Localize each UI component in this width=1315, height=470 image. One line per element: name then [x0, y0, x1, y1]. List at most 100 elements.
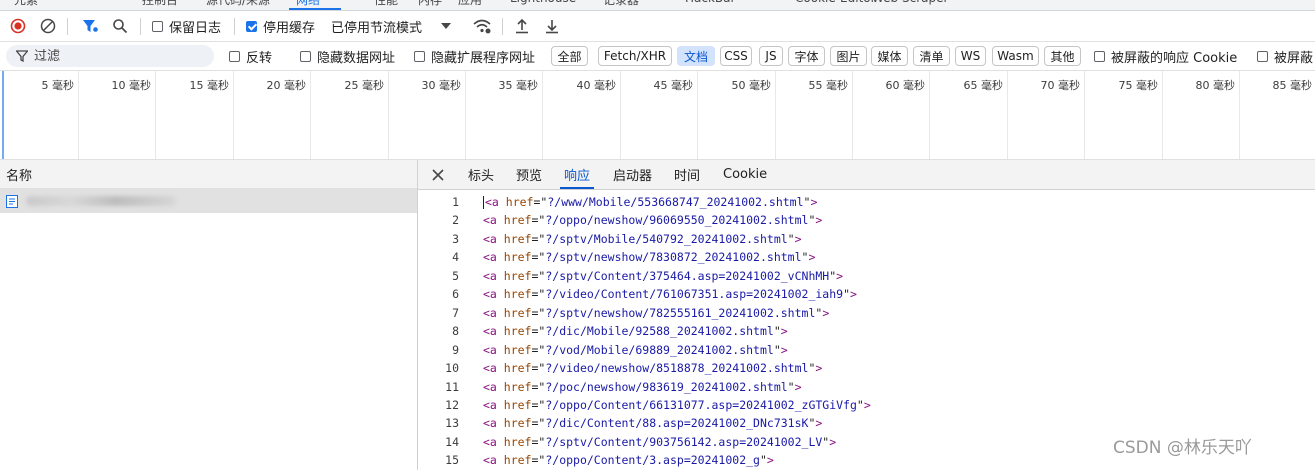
line-number: 5 — [452, 268, 459, 283]
line-number: 14 — [445, 434, 459, 449]
hide-extension-urls-label: 隐藏扩展程序网址 — [431, 50, 536, 66]
type-filter-3[interactable]: CSS — [720, 46, 752, 66]
code-line: 5 <a href="?/sptv/Content/375464.asp=2024… — [418, 267, 1315, 285]
type-filter-11[interactable]: 其他 — [1044, 46, 1081, 66]
tab-4[interactable]: 性能 — [374, 0, 398, 8]
type-filter-1[interactable]: Fetch/XHR — [598, 46, 672, 66]
code-line: 11 <a href="?/poc/newshow/983619_20241002… — [418, 378, 1315, 396]
toolbar-divider — [67, 18, 68, 35]
href-value: ?/vod/Mobile/69889_20241002.shtml — [545, 342, 774, 357]
type-filter-8[interactable]: 清单 — [913, 46, 950, 66]
timeline-tick-label: 85 毫秒 — [1272, 79, 1313, 92]
href-value: ?/sptv/newshow/782555161_20241002.shtml — [545, 305, 816, 320]
code-text: <a href="?/oppo/Content/66131077.asp=202… — [483, 397, 871, 412]
detail-tab-2[interactable]: 响应 — [559, 160, 595, 189]
tab-8[interactable]: 记录器 — [603, 0, 639, 8]
detail-tab-5[interactable]: Cookie — [723, 160, 767, 189]
type-filter-9[interactable]: WS — [955, 46, 986, 66]
clear-icon[interactable] — [37, 11, 59, 41]
blocked-cookies-box[interactable] — [1094, 50, 1105, 62]
preserve-log-checkbox[interactable]: 保留日志 — [152, 11, 221, 41]
code-text: <a href="?/dic/Content/88.asp=20241002_D… — [483, 416, 823, 431]
tab-1[interactable]: 控制台 — [142, 0, 178, 8]
line-number: 9 — [452, 342, 459, 357]
preserve-log-label: 保留日志 — [169, 20, 222, 36]
document-icon — [6, 194, 18, 208]
record-stop-icon[interactable] — [7, 11, 29, 41]
type-filter-6[interactable]: 图片 — [830, 46, 867, 66]
href-value: ?/sptv/newshow/7830872_20241002.shtml — [545, 250, 802, 265]
network-toolbar: 保留日志 停用缓存 已停用节流模式 — [0, 11, 1315, 42]
toolbar-divider — [140, 18, 141, 35]
timeline-gridline — [1084, 71, 1085, 159]
blocked-cookies-checkbox[interactable]: 被屏蔽的响应 Cookie — [1094, 42, 1237, 70]
detail-tab-1[interactable]: 预览 — [516, 160, 542, 189]
code-text: <a href="?/sptv/Mobile/540792_20241002.s… — [483, 231, 802, 246]
type-filter-0[interactable]: 全部 — [551, 46, 588, 66]
hide-data-urls-box[interactable] — [300, 50, 311, 62]
detail-tab-3[interactable]: 启动器 — [613, 160, 652, 189]
tab-7[interactable]: Lighthouse — [510, 0, 576, 5]
filter-icon[interactable] — [79, 11, 101, 41]
request-row[interactable] — [0, 189, 417, 213]
detail-tab-4[interactable]: 时间 — [674, 160, 700, 189]
timeline-tick-label: 5 毫秒 — [41, 79, 75, 92]
devtools-panel-tabs: 元素 控制台 源代码/来源 网络 性能 内存 应用 Lighthouse 记录器 HackBar C… — [0, 0, 1315, 11]
code-line: 6 <a href="?/video/Content/761067351.asp=… — [418, 285, 1315, 303]
name-column-header[interactable]: 名称 — [0, 160, 417, 189]
timeline-gridline — [78, 71, 79, 159]
hide-extension-urls-box[interactable] — [414, 50, 425, 62]
network-conditions-icon[interactable] — [471, 11, 493, 41]
code-line: 4 <a href="?/sptv/newshow/7830872_2024100… — [418, 248, 1315, 266]
toolbar-divider — [234, 18, 235, 35]
disable-cache-box[interactable] — [246, 20, 257, 32]
preserve-log-box[interactable] — [152, 20, 163, 32]
detail-tab-0[interactable]: 标头 — [468, 160, 494, 189]
timeline-gridline — [310, 71, 311, 159]
disable-cache-checkbox[interactable]: 停用缓存 — [246, 11, 315, 41]
code-text: <a href="?/video/newshow/8518878_2024100… — [483, 361, 823, 376]
timeline-gridline — [1007, 71, 1008, 159]
import-har-icon[interactable] — [511, 11, 533, 41]
response-viewer[interactable]: 1 <a href="?/www/Mobile/553668747_2024100… — [418, 190, 1315, 470]
timeline-gridline — [542, 71, 543, 159]
tab-6[interactable]: 应用 — [458, 0, 482, 8]
chevron-down-icon — [441, 19, 452, 34]
invert-box[interactable] — [229, 50, 240, 62]
type-filter-10[interactable]: Wasm — [992, 46, 1039, 66]
throttling-select[interactable]: 已停用节流模式 — [331, 11, 452, 41]
type-filter-5[interactable]: 字体 — [788, 46, 825, 66]
tab-0[interactable]: 元素 — [14, 0, 38, 8]
tab-3[interactable]: 网络 — [296, 0, 320, 8]
search-icon[interactable] — [109, 11, 131, 41]
type-filter-2[interactable]: 文档 — [677, 46, 715, 66]
tab-2[interactable]: 源代码/来源 — [206, 0, 270, 8]
watermark: CSDN @林乐天吖 — [1113, 438, 1252, 458]
timeline-gridline — [929, 71, 930, 159]
timeline-tick-label: 75 毫秒 — [1118, 79, 1159, 92]
filter-input[interactable] — [34, 48, 194, 64]
blocked-requests-checkbox[interactable]: 被屏蔽 — [1257, 42, 1313, 70]
timeline-gridline — [697, 71, 698, 159]
code-text: <a href="?/sptv/Content/903756142.asp=20… — [483, 434, 837, 449]
invert-checkbox[interactable]: 反转 — [229, 42, 272, 70]
hide-extension-urls-checkbox[interactable]: 隐藏扩展程序网址 — [414, 42, 535, 70]
tab-11[interactable]: Web Scraper — [872, 0, 948, 5]
close-icon[interactable] — [432, 160, 444, 189]
href-value: ?/dic/Content/88.asp=20241002_DNc731sK — [545, 416, 809, 431]
tab-9[interactable]: HackBar — [685, 0, 735, 5]
timeline-tick-label: 60 毫秒 — [885, 79, 926, 92]
blocked-requests-box[interactable] — [1257, 50, 1268, 62]
type-filter-4[interactable]: JS — [759, 46, 783, 66]
type-filter-7[interactable]: 媒体 — [871, 46, 908, 66]
filter-funnel-icon — [16, 50, 28, 62]
href-value: ?/oppo/Content/66131077.asp=20241002_zGT… — [545, 397, 857, 412]
timeline-gridline — [620, 71, 621, 159]
timeline-tick-label: 35 毫秒 — [498, 79, 539, 92]
filter-field[interactable] — [6, 45, 214, 67]
tab-5[interactable]: 内存 — [418, 0, 442, 8]
export-har-icon[interactable] — [541, 11, 563, 41]
timeline-overview[interactable]: 5 毫秒 10 毫秒 15 毫秒 20 毫秒 25 毫秒 30 毫秒 35 毫秒 40 毫秒 4… — [0, 71, 1315, 160]
hide-data-urls-checkbox[interactable]: 隐藏数据网址 — [300, 42, 395, 70]
tab-10[interactable]: Cookie-Editor — [795, 0, 876, 5]
